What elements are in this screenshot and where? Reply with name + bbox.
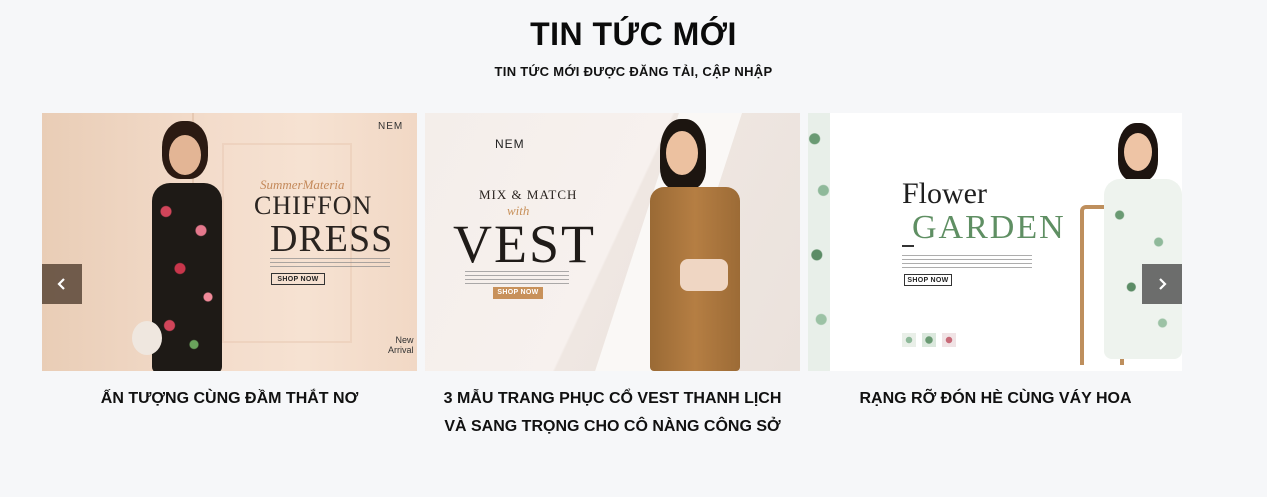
news-card[interactable]: NEM MIX & MATCH with VEST SHOP NOW 3 MẪU… xyxy=(425,113,800,453)
banner-line2: GARDEN xyxy=(912,209,1066,246)
news-card-title[interactable]: RẠNG RỠ ĐÓN HÈ CÙNG VÁY HOA xyxy=(808,385,1182,413)
badge-new: New xyxy=(395,335,414,345)
banner-line1: Flower xyxy=(902,177,987,210)
banner-fine-print xyxy=(902,255,1032,269)
section-title: TIN TỨC MỚI xyxy=(530,16,737,52)
chevron-right-icon xyxy=(1159,278,1167,290)
banner-line1: MIX & MATCH xyxy=(479,187,578,202)
chevron-left-icon xyxy=(57,278,65,290)
model-figure xyxy=(1096,123,1182,371)
news-card-image[interactable]: NEM MIX & MATCH with VEST SHOP NOW xyxy=(425,113,800,371)
badge-arrival: Arrival xyxy=(388,345,414,355)
brand-logo: NEM xyxy=(378,121,404,132)
fabric-swatch xyxy=(922,333,936,347)
news-card-title[interactable]: ẤN TƯỢNG CÙNG ĐẦM THẮT NƠ xyxy=(42,385,417,413)
fabric-swatch xyxy=(942,333,956,347)
news-card-title[interactable]: 3 MẪU TRANG PHỤC CỔ VEST THANH LỊCH VÀ S… xyxy=(425,385,800,441)
banner-line2: DRESS xyxy=(270,218,394,260)
fabric-swatch xyxy=(902,333,916,347)
news-card[interactable]: Flower GARDEN SHOP NOW RẠNG RỠ ĐÓN HÈ CÙ… xyxy=(808,113,1182,453)
news-card-image[interactable]: NEM SummerMateria CHIFFON DRESS SHOP NOW… xyxy=(42,113,417,371)
model-figure xyxy=(124,121,244,371)
brand-logo: NEM xyxy=(495,137,525,151)
banner-line2: VEST xyxy=(453,214,596,274)
carousel-next-button[interactable] xyxy=(1142,264,1182,304)
shop-now-button[interactable]: SHOP NOW xyxy=(271,273,325,285)
section-subtitle: TIN TỨC MỚI ĐƯỢC ĐĂNG TẢI, CẬP NHẬP xyxy=(494,64,773,79)
carousel-prev-button[interactable] xyxy=(42,264,82,304)
news-card[interactable]: NEM SummerMateria CHIFFON DRESS SHOP NOW… xyxy=(42,113,417,453)
news-carousel: NEM SummerMateria CHIFFON DRESS SHOP NOW… xyxy=(42,113,1182,453)
banner-fine-print xyxy=(270,258,390,270)
new-arrival-badge: New Arrival xyxy=(388,335,414,355)
shop-now-button[interactable]: SHOP NOW xyxy=(493,287,543,299)
shop-now-button[interactable]: SHOP NOW xyxy=(904,274,952,286)
banner-fine-print xyxy=(465,271,569,285)
news-card-image[interactable]: Flower GARDEN SHOP NOW xyxy=(808,113,1182,371)
model-figure xyxy=(630,119,770,371)
